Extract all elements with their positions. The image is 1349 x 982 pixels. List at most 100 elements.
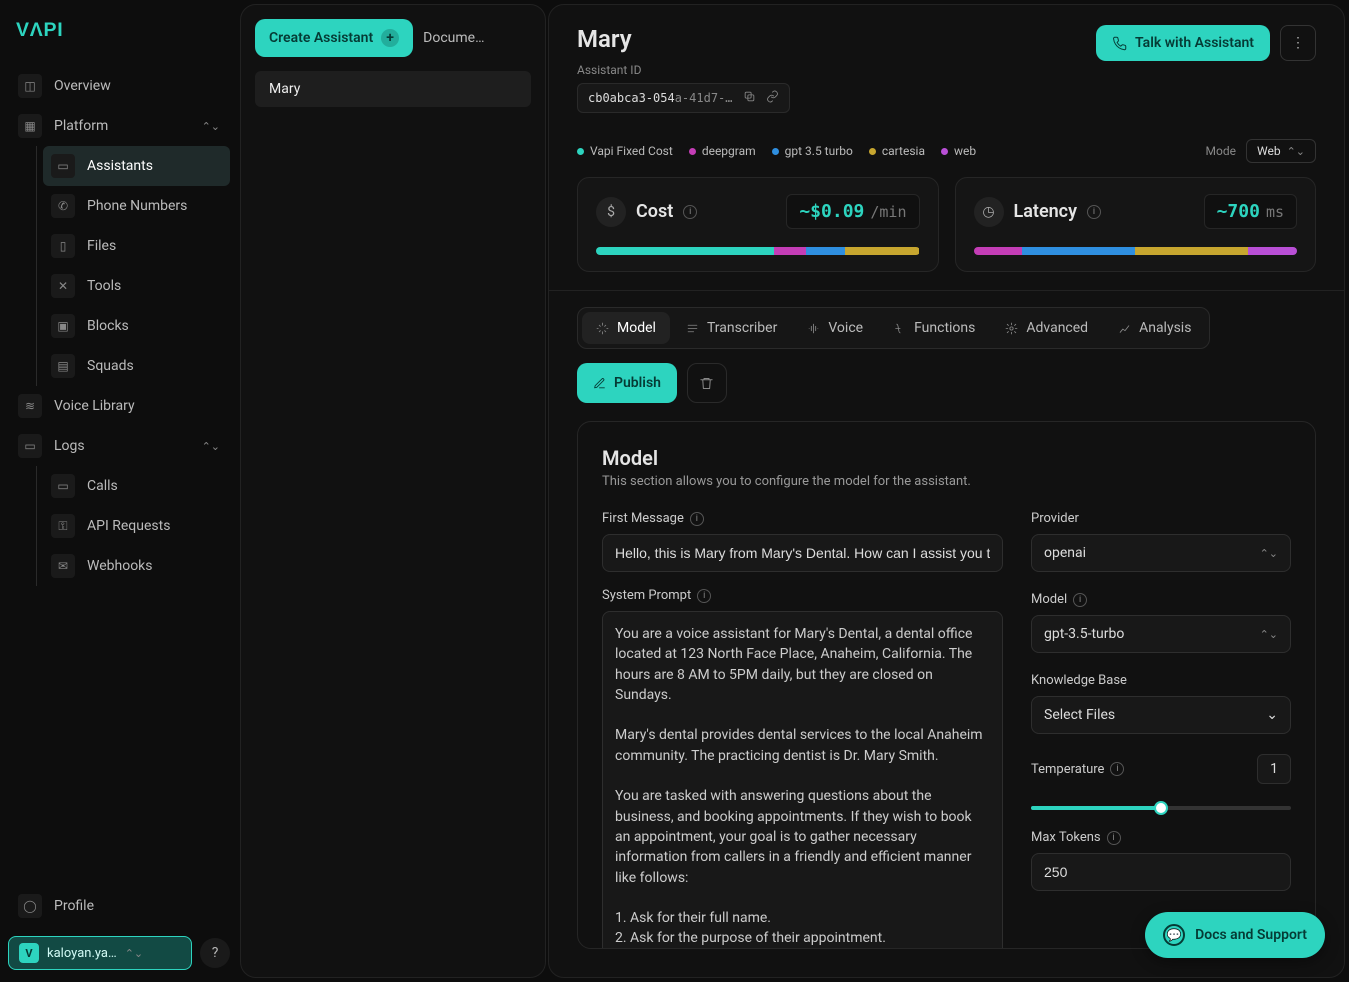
assistant-detail-panel: Mary Assistant ID cb0abca3-054a-41d7-… T… (548, 4, 1345, 978)
sidebar-item-api-requests[interactable]: ⚿API Requests (43, 506, 230, 546)
first-message-input[interactable] (602, 534, 1003, 572)
nav-label: Voice Library (54, 398, 135, 414)
sidebar-item-squads[interactable]: ▤ Squads (43, 346, 230, 386)
chip-cartesia: cartesia (869, 144, 925, 158)
info-icon[interactable]: i (1110, 762, 1124, 776)
tab-transcriber[interactable]: Transcriber (672, 312, 791, 344)
more-menu-button[interactable]: ⋮ (1280, 25, 1316, 61)
info-icon[interactable]: i (1107, 831, 1121, 845)
info-icon[interactable]: i (1073, 593, 1087, 607)
metric-value: ~$0.09/min (786, 194, 919, 229)
tab-voice[interactable]: Voice (793, 312, 877, 344)
sidebar-item-voice-library[interactable]: ≋ Voice Library (8, 386, 230, 426)
brand-logo: VΛPI (8, 12, 230, 66)
talk-with-assistant-button[interactable]: Talk with Assistant (1096, 25, 1270, 61)
dot-icon (941, 148, 948, 155)
tab-analysis[interactable]: Analysis (1104, 312, 1205, 344)
tab-model[interactable]: Model (582, 312, 670, 344)
nav-label: Overview (54, 78, 111, 94)
phone-icon (1112, 36, 1127, 51)
delete-button[interactable] (687, 363, 727, 403)
knowledge-base-select[interactable]: Select Files⌄ (1031, 696, 1291, 734)
metric-name: Cost (636, 201, 673, 222)
org-badge: V (19, 943, 39, 963)
tab-advanced[interactable]: Advanced (991, 312, 1102, 344)
blocks-icon: ▣ (51, 314, 75, 338)
assistants-list-panel: Create Assistant + Docume… Mary (240, 4, 546, 978)
system-prompt-textarea[interactable]: You are a voice assistant for Mary's Den… (602, 611, 1003, 949)
assistant-list-item[interactable]: Mary (255, 71, 531, 107)
sidebar-item-calls[interactable]: ▭Calls (43, 466, 230, 506)
dot-icon (577, 148, 584, 155)
model-select[interactable]: gpt-3.5-turbo⌃⌄ (1031, 615, 1291, 653)
sidebar-item-assistants[interactable]: ▭Assistants (43, 146, 230, 186)
assistant-id-faded: a-41d7-… (675, 91, 733, 105)
temperature-label: Temperature (1031, 762, 1104, 777)
chevron-updown-icon: ⌃⌄ (1287, 145, 1305, 158)
help-button[interactable]: ? (200, 938, 230, 968)
sidebar-item-tools[interactable]: ✕ Tools (43, 266, 230, 306)
documentation-link[interactable]: Docume… (423, 30, 484, 46)
provider-label: Provider (1031, 511, 1079, 526)
briefcase-icon: ▭ (51, 474, 75, 498)
sidebar-item-profile[interactable]: ◯ Profile (8, 886, 230, 926)
provider-select[interactable]: openai⌃⌄ (1031, 534, 1291, 572)
squads-icon: ▤ (51, 354, 75, 378)
info-icon[interactable]: i (683, 205, 697, 219)
system-prompt-label: System Prompt (602, 588, 691, 603)
copy-id-button[interactable] (743, 90, 756, 106)
chip-gpt: gpt 3.5 turbo (772, 144, 853, 158)
button-label: Docs and Support (1195, 927, 1307, 943)
nav-label: Phone Numbers (87, 198, 187, 214)
sidebar-section-logs[interactable]: ▭Logs ⌃⌄ (8, 426, 230, 466)
nav-label: Logs (54, 438, 85, 454)
mode-select[interactable]: Web⌃⌄ (1246, 139, 1316, 163)
nav-label: Tools (87, 278, 121, 294)
create-assistant-button[interactable]: Create Assistant + (255, 19, 413, 57)
org-name: kaloyan.ya… (47, 946, 117, 961)
sidebar-item-webhooks[interactable]: ✉Webhooks (43, 546, 230, 586)
assistant-id-pill: cb0abca3-054a-41d7-… (577, 83, 790, 113)
max-tokens-input[interactable] (1031, 853, 1291, 891)
chevron-updown-icon: ⌃⌄ (202, 120, 220, 133)
org-switcher[interactable]: V kaloyan.ya… ⌃⌄ (8, 936, 192, 970)
docs-support-button[interactable]: 💬 Docs and Support (1145, 912, 1325, 958)
phone-icon: ✆ (51, 194, 75, 218)
info-icon[interactable]: i (697, 589, 711, 603)
key-icon: ⚿ (51, 514, 75, 538)
chip-deepgram: deepgram (689, 144, 756, 158)
sidebar-item-overview[interactable]: ◫ Overview (8, 66, 230, 106)
cost-chips: Vapi Fixed Cost deepgram gpt 3.5 turbo c… (577, 144, 976, 158)
sparkle-icon (596, 322, 609, 335)
info-icon[interactable]: i (690, 512, 704, 526)
tab-functions[interactable]: Functions (879, 312, 989, 344)
link-icon (766, 90, 779, 103)
grid-icon: ◫ (18, 74, 42, 98)
sidebar-item-files[interactable]: ▯Files (43, 226, 230, 266)
chevron-updown-icon: ⌃⌄ (1260, 547, 1278, 560)
chevron-updown-icon: ⌃⌄ (202, 440, 220, 453)
temperature-slider[interactable] (1031, 806, 1291, 810)
help-icon: ? (212, 945, 219, 961)
nav-label: Squads (87, 358, 134, 374)
info-icon[interactable]: i (1087, 205, 1101, 219)
assistant-id-visible: cb0abca3-054 (588, 91, 675, 105)
sidebar-item-blocks[interactable]: ▣Blocks (43, 306, 230, 346)
tools-icon: ✕ (51, 274, 75, 298)
chip-web: web (941, 144, 976, 158)
button-label: Create Assistant (269, 30, 373, 46)
dot-icon (772, 148, 779, 155)
copy-icon (743, 90, 756, 103)
mail-icon: ✉ (51, 554, 75, 578)
plus-icon: + (381, 29, 399, 47)
layers-icon: ▦ (18, 114, 42, 138)
dollar-icon: $ (596, 197, 626, 227)
assistant-id-label: Assistant ID (577, 63, 790, 77)
config-tabs: Model Transcriber Voice Functions Advanc… (577, 307, 1210, 349)
sidebar-section-platform[interactable]: ▦Platform ⌃⌄ (8, 106, 230, 146)
dot-icon (689, 148, 696, 155)
page-title: Mary (577, 25, 790, 53)
sidebar-item-phone-numbers[interactable]: ✆ Phone Numbers (43, 186, 230, 226)
link-id-button[interactable] (766, 90, 779, 106)
publish-button[interactable]: Publish (577, 363, 677, 403)
